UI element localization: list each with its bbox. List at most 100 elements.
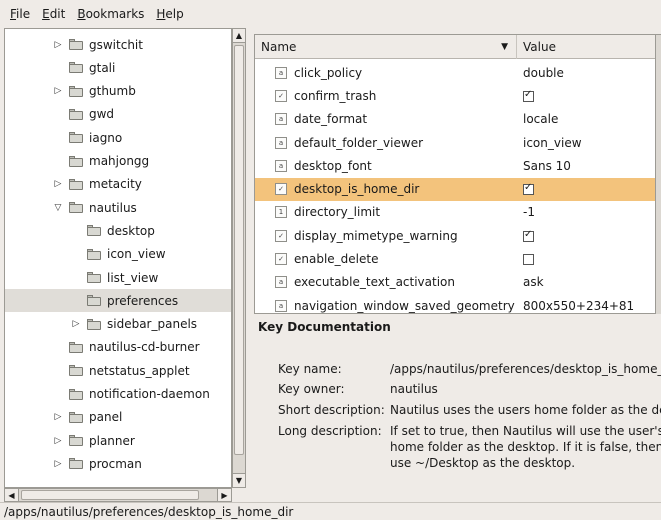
tree-item[interactable]: ▷ gswitchit <box>5 33 231 56</box>
key-value-cell[interactable]: double <box>517 66 655 80</box>
table-row[interactable]: a executable_text_activation ask <box>255 271 655 294</box>
key-value-cell[interactable] <box>517 252 655 266</box>
menu-accelerator: B <box>77 7 86 21</box>
key-value-cell[interactable]: ask <box>517 275 655 289</box>
scroll-down-arrow-icon[interactable]: ▼ <box>233 473 245 487</box>
menu-label: ile <box>16 7 31 21</box>
tree-item[interactable]: ▷ gthumb <box>5 80 231 103</box>
doc-long-description-line: home folder as the desktop. If it is fal… <box>390 440 661 454</box>
tree-item[interactable]: notification-daemon <box>5 383 231 406</box>
doc-key-owner-value: nautilus <box>390 382 438 396</box>
table-row[interactable]: ✓ confirm_trash <box>255 84 655 107</box>
expander-collapsed-icon[interactable]: ▷ <box>71 319 81 329</box>
tree-item[interactable]: preferences <box>5 289 231 313</box>
column-header-name[interactable]: Name ▼ <box>255 35 517 59</box>
key-value-cell[interactable]: 800x550+234+81 <box>517 299 655 313</box>
expander-expanded-icon[interactable]: ▽ <box>53 203 63 213</box>
tree-item-label: mahjongg <box>89 154 150 168</box>
doc-short-description-value: Nautilus uses the users home folder as t… <box>390 403 661 417</box>
tree-item[interactable]: ▷ panel <box>5 406 231 429</box>
tree-item[interactable]: ▷ metacity <box>5 173 231 196</box>
expander-collapsed-icon[interactable]: ▷ <box>53 40 63 50</box>
table-row[interactable]: ✓ enable_delete <box>255 247 655 270</box>
key-name-cell: a executable_text_activation <box>255 275 517 289</box>
scroll-up-arrow-icon[interactable]: ▲ <box>233 29 245 43</box>
table-row[interactable]: ✓ display_mimetype_warning <box>255 224 655 247</box>
tree-item-label: preferences <box>107 293 179 308</box>
tree-item-label: nautilus-cd-burner <box>89 340 200 355</box>
tree-horizontal-scrollbar[interactable]: ◀ ▶ <box>4 488 232 502</box>
expander-collapsed-icon[interactable]: ▷ <box>53 179 63 189</box>
folder-icon <box>69 62 83 74</box>
checkbox-checked[interactable] <box>523 182 534 196</box>
checkbox-checked[interactable] <box>523 229 534 242</box>
tree-item[interactable]: iagno <box>5 126 231 149</box>
string-type-icon: a <box>275 66 287 79</box>
bool-type-icon: ✓ <box>275 183 287 196</box>
tree-item[interactable]: icon_view <box>5 243 231 266</box>
menu-item[interactable]: Edit <box>36 0 71 28</box>
table-row[interactable]: a desktop_font Sans 10 <box>255 154 655 177</box>
key-name-cell: a default_folder_viewer <box>255 136 517 150</box>
scrollbar-thumb[interactable] <box>21 490 199 500</box>
key-documentation-title: Key Documentation <box>258 320 391 334</box>
tree-item[interactable]: desktop <box>5 219 231 242</box>
expander-collapsed-icon[interactable]: ▷ <box>53 436 63 446</box>
expander-collapsed-icon[interactable]: ▷ <box>53 412 63 422</box>
key-value-cell[interactable]: -1 <box>517 205 655 220</box>
tree-item[interactable]: gwd <box>5 103 231 126</box>
folder-icon <box>69 411 83 423</box>
tree-item-label: gwd <box>89 107 115 122</box>
checkbox-unchecked[interactable] <box>523 254 534 266</box>
table-row[interactable]: a click_policy double <box>255 61 655 84</box>
tree-item-label: procman <box>89 456 142 471</box>
folder-icon <box>69 155 83 167</box>
key-name-cell: ✓ display_mimetype_warning <box>255 229 517 243</box>
key-name-cell: a click_policy <box>255 66 517 80</box>
tree-item[interactable]: ▽ nautilus <box>5 196 231 219</box>
key-value-cell[interactable]: icon_view <box>517 136 655 150</box>
menu-item[interactable]: Bookmarks <box>71 0 150 28</box>
key-name-cell: ✓ confirm_trash <box>255 89 517 103</box>
tree-item[interactable]: netstatus_applet <box>5 359 231 382</box>
folder-icon <box>69 202 83 214</box>
tree-vertical-scrollbar[interactable]: ▲ ▼ <box>232 28 246 488</box>
table-row[interactable]: a default_folder_viewer icon_view <box>255 131 655 154</box>
tree-item[interactable]: ▷ procman <box>5 452 231 475</box>
column-header-value[interactable]: Value <box>517 35 655 59</box>
key-value-cell[interactable]: locale <box>517 112 655 126</box>
expander-collapsed-icon[interactable]: ▷ <box>53 86 63 96</box>
scroll-left-arrow-icon[interactable]: ◀ <box>5 489 19 501</box>
key-value-cell[interactable] <box>517 182 655 196</box>
directory-tree[interactable]: ▷ gswitchit gtali ▷ gthumb gwd iagno mahjongg ▷ m… <box>4 28 232 488</box>
key-value-cell[interactable] <box>517 89 655 103</box>
key-value-cell[interactable] <box>517 229 655 243</box>
key-value: -1 <box>523 205 535 220</box>
menu-item[interactable]: File <box>4 0 36 28</box>
scrollbar-thumb[interactable] <box>234 45 244 455</box>
table-row[interactable]: 1 directory_limit -1 <box>255 201 655 224</box>
folder-icon <box>69 435 83 447</box>
tree-item[interactable]: gtali <box>5 56 231 79</box>
table-row[interactable]: a date_format locale <box>255 108 655 131</box>
checkbox-checked[interactable] <box>523 89 534 102</box>
tree-item[interactable]: mahjongg <box>5 150 231 173</box>
tree-item-label: planner <box>89 433 135 448</box>
menu-item[interactable]: Help <box>150 0 189 28</box>
table-row[interactable]: a navigation_window_saved_geometry 800x550… <box>255 294 655 313</box>
expander-collapsed-icon[interactable]: ▷ <box>53 459 63 469</box>
tree-item[interactable]: nautilus-cd-burner <box>5 336 231 359</box>
keys-vertical-scrollbar[interactable] <box>656 34 661 314</box>
key-name: default_folder_viewer <box>294 135 424 150</box>
table-row[interactable]: ✓ desktop_is_home_dir <box>255 177 655 201</box>
tree-item-label: icon_view <box>107 247 166 262</box>
tree-item[interactable]: ▷ sidebar_panels <box>5 313 231 336</box>
menu-accelerator: E <box>42 7 50 21</box>
scroll-right-arrow-icon[interactable]: ▶ <box>217 489 231 501</box>
key-value-cell[interactable]: Sans 10 <box>517 159 655 173</box>
tree-item[interactable]: list_view <box>5 266 231 289</box>
tree-item[interactable]: ▷ planner <box>5 429 231 452</box>
